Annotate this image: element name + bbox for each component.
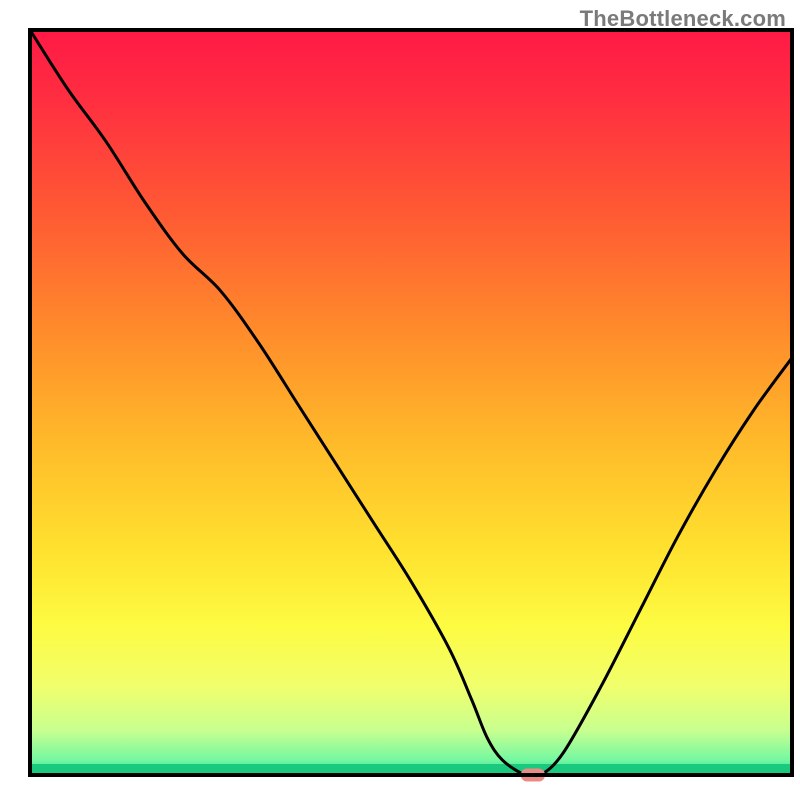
chart-svg [0,0,800,800]
watermark-text: TheBottleneck.com [580,6,786,32]
chart-container: TheBottleneck.com [0,0,800,800]
plot-background [30,30,792,775]
